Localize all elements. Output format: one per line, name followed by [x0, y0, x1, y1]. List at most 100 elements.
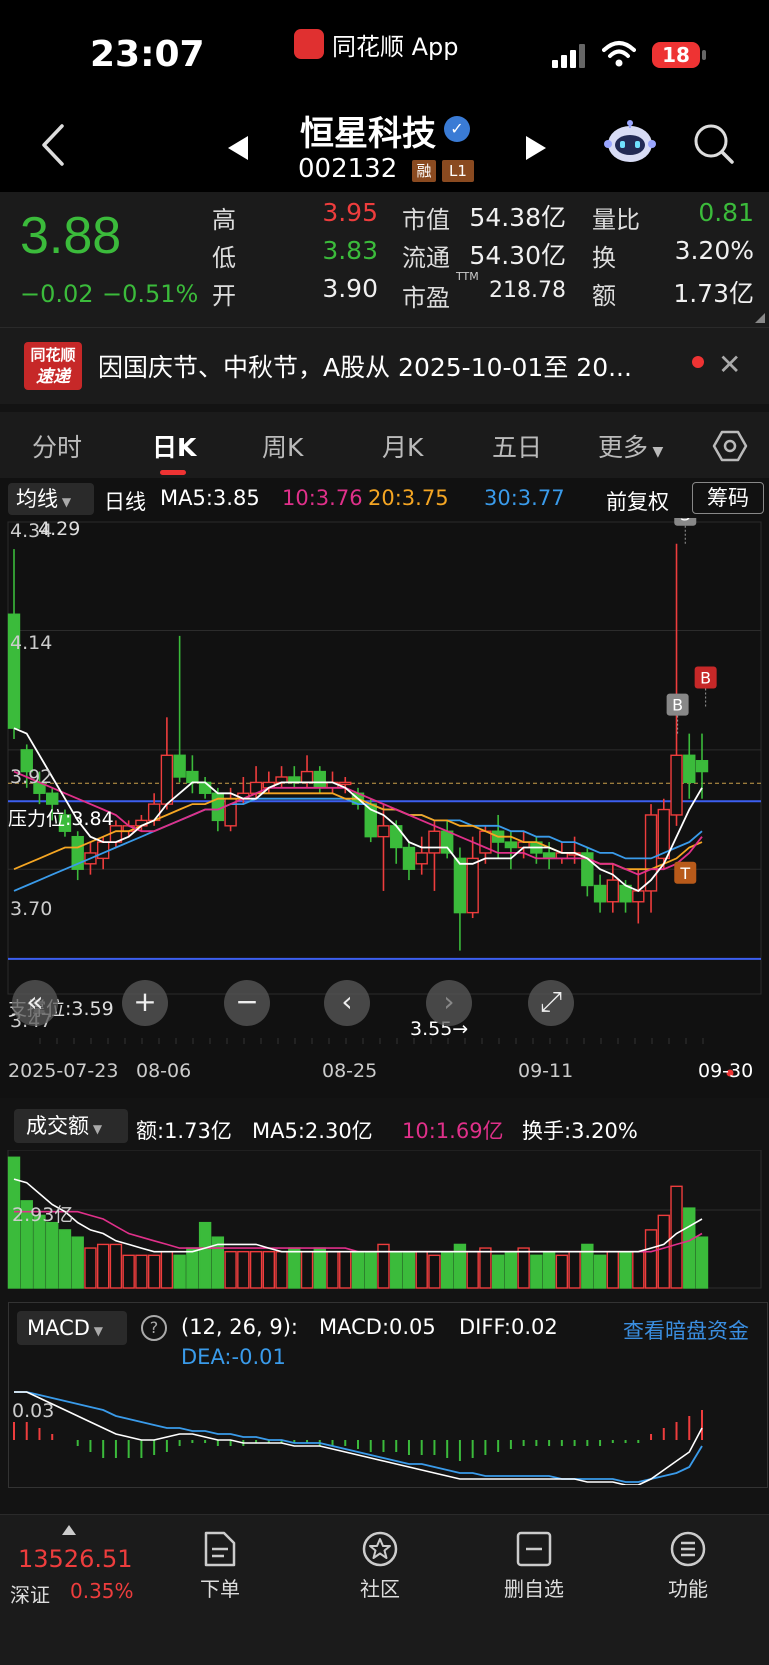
date-label-2: 08-25 — [322, 1060, 378, 1082]
candle-body — [504, 841, 518, 849]
volume-bar — [46, 1221, 59, 1289]
volume-bar — [555, 1254, 569, 1289]
volume-indicator-select[interactable]: 2.93亿成交额 ▼ — [14, 1109, 128, 1143]
volume-bar — [275, 1250, 288, 1289]
signal-buy-1-text: B — [700, 668, 711, 687]
volume-bar — [415, 1250, 428, 1289]
pressure-label: 压力位:3.84 — [8, 808, 114, 830]
volume-ratio-label: 量比 — [592, 206, 640, 234]
date-label-0: 2025-07-23 — [8, 1060, 119, 1082]
volume-bar — [186, 1247, 199, 1289]
help-icon[interactable]: ? — [141, 1315, 167, 1341]
candle-body — [46, 792, 59, 805]
candle-body — [173, 754, 186, 778]
nav-community[interactable]: 社区 — [330, 1529, 430, 1602]
volume-bar — [262, 1250, 276, 1289]
close-icon[interactable]: ✕ — [718, 348, 741, 381]
volume-bar — [466, 1250, 479, 1289]
next-stock-icon[interactable] — [522, 134, 548, 162]
volume-y-label: 2.93亿 — [12, 1204, 74, 1226]
scroll-left-button[interactable]: « — [12, 980, 58, 1026]
chevron-down-icon: ▼ — [89, 1324, 103, 1338]
nav-order-label: 下单 — [200, 1577, 240, 1601]
candle-body — [402, 846, 416, 870]
tab-five-day[interactable]: 五日 — [492, 428, 542, 464]
macd-chart[interactable] — [0, 1345, 769, 1485]
expand-corner-icon[interactable] — [755, 313, 765, 323]
candle-body — [96, 841, 110, 860]
search-icon[interactable] — [692, 122, 736, 166]
plot-frame — [7, 521, 762, 995]
news-logo-line2: 速递 — [36, 367, 70, 387]
macd-select-label: MACD — [27, 1316, 90, 1340]
candlestick-chart[interactable]: S BB T — [0, 518, 769, 1098]
macd-indicator-select[interactable]: MACD ▼ — [17, 1311, 127, 1345]
price-change-pct: −0.51% — [102, 280, 199, 308]
volume-bar — [96, 1243, 110, 1289]
macd-value: MACD:0.05 — [319, 1315, 436, 1339]
dea-line — [14, 1391, 703, 1483]
tab-more[interactable]: 更多 ▼ — [598, 428, 663, 464]
nav-remove-watchlist-label: 删自选 — [504, 1577, 564, 1601]
candle-body — [390, 825, 403, 849]
diff-value: DIFF:0.02 — [459, 1315, 558, 1339]
ma-indicator-select[interactable]: 均线 ▼ — [8, 483, 94, 515]
amount-value: 1.73亿 — [673, 279, 754, 308]
macd-y-label: 0.03 — [12, 1400, 55, 1422]
ai-robot-icon[interactable] — [604, 116, 656, 168]
news-ticker[interactable]: 同花顺 速递 因国庆节、中秋节，A股从 2025-10-01至 20... — [0, 328, 769, 404]
nav-functions[interactable]: 功能 — [638, 1529, 738, 1602]
volume-bar — [71, 1236, 84, 1289]
open-value: 3.90 — [322, 274, 378, 303]
volume-ma5: MA5:2.30亿 — [252, 1119, 373, 1143]
open-label: 开 — [212, 282, 236, 310]
candle-body — [339, 781, 352, 786]
tab-monthly-k[interactable]: 月K — [382, 428, 423, 464]
chips-button[interactable]: 筹码 — [692, 482, 764, 514]
chevron-down-icon: ▼ — [58, 495, 72, 509]
volume-bar — [695, 1236, 709, 1289]
volume-bar — [351, 1250, 365, 1289]
zoom-in-button[interactable]: + — [122, 980, 168, 1026]
index-value[interactable]: 13526.51 — [18, 1545, 133, 1573]
verified-icon: ✓ — [444, 116, 470, 142]
zoom-out-button[interactable]: − — [224, 980, 270, 1026]
ma-legend: 均线 ▼ 日线 MA5:3.85 10:3.76 20:3.75 30:3.77… — [0, 478, 769, 518]
adjust-mode[interactable]: 前复权 — [606, 486, 669, 516]
volume-bar — [440, 1250, 454, 1289]
cellular-signal-icon — [552, 44, 586, 68]
volume-bar — [249, 1250, 263, 1289]
index-expand-icon[interactable] — [62, 1525, 76, 1535]
nav-remove-watchlist[interactable]: 删自选 — [484, 1529, 584, 1602]
prev-stock-icon[interactable] — [226, 134, 252, 162]
candle-body — [313, 770, 326, 789]
back-arrow-icon[interactable] — [34, 120, 74, 170]
volume-chart[interactable] — [0, 1150, 769, 1290]
dark-pool-link[interactable]: 查看暗盘资金 — [623, 1315, 749, 1345]
high-label: 高 — [212, 206, 236, 234]
next-candle-button[interactable]: › — [426, 980, 472, 1026]
fullscreen-button[interactable]: ⤢ — [528, 980, 574, 1026]
candle-body — [593, 884, 607, 903]
candle-body — [160, 754, 174, 805]
tab-daily-k[interactable]: 日K — [152, 428, 196, 464]
settings-hex-icon[interactable] — [712, 428, 748, 464]
volume-bar — [339, 1250, 352, 1289]
unread-dot — [692, 356, 704, 368]
battery-tip — [702, 50, 706, 60]
index-pct: 0.35% — [70, 1579, 134, 1603]
tab-weekly-k[interactable]: 周K — [262, 428, 303, 464]
app-name: 同花顺 App — [332, 32, 459, 61]
signal-buy-2-text: B — [672, 696, 683, 715]
stock-code: 002132 — [298, 154, 398, 184]
nav-order[interactable]: 下单 — [170, 1529, 270, 1602]
bottom-nav: 13526.51 深证 0.35% 下单 社区 删自选 功能 — [0, 1514, 769, 1665]
volume-bar — [160, 1250, 174, 1289]
news-text[interactable]: 因国庆节、中秋节，A股从 2025-10-01至 20... — [98, 348, 632, 384]
candle-body — [186, 770, 199, 784]
prev-candle-button[interactable]: ‹ — [324, 980, 370, 1026]
candle-body — [606, 879, 620, 903]
volume-bar — [530, 1254, 543, 1289]
volume-bar — [173, 1254, 186, 1289]
tab-intraday[interactable]: 分时 — [32, 428, 82, 464]
